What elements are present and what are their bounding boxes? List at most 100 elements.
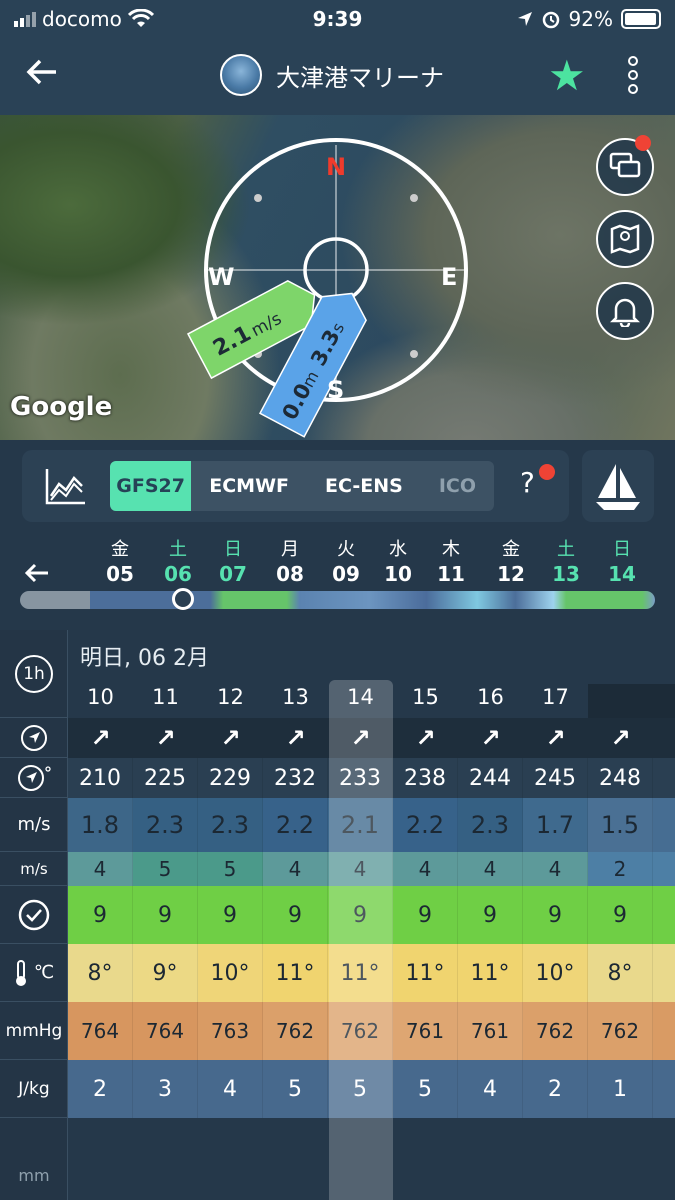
rating-cell: 9 — [393, 886, 458, 944]
tab-ico[interactable]: ICO — [421, 461, 494, 511]
compass-degree-icon — [18, 764, 51, 791]
wind-speed-cell: 1.7 — [523, 798, 588, 852]
chart-view-button[interactable] — [44, 466, 88, 506]
alarm-icon — [542, 11, 559, 29]
day-13[interactable]: 土 13 — [548, 538, 584, 586]
wind-timeline-bar[interactable] — [20, 591, 655, 609]
pressure-cell: 764 — [68, 1002, 133, 1060]
interval-button[interactable]: 1h — [15, 654, 53, 693]
header: 大津港マリーナ ★ — [0, 38, 675, 115]
day-07[interactable]: 日 07 — [215, 538, 251, 586]
favorite-star-icon[interactable]: ★ — [548, 54, 586, 98]
hour-cell[interactable]: 15 — [393, 678, 458, 716]
alert-button[interactable] — [596, 282, 654, 340]
compass-e: E — [441, 263, 457, 291]
hour-cell[interactable]: 12 — [198, 678, 263, 716]
direction-arrow-cell: ↗ — [458, 718, 523, 758]
gust-cell: 4 — [393, 852, 458, 886]
day-weekday: 金 — [502, 539, 520, 560]
day-weekday: 月 — [281, 539, 299, 560]
day-weekday: 火 — [337, 539, 355, 560]
gust-cell: 4 — [68, 852, 133, 886]
rating-cell: 9 — [198, 886, 263, 944]
rating-cell: 9 — [133, 886, 198, 944]
gust-cell: 2 — [588, 852, 653, 886]
pressure-cell: 7 — [653, 1002, 675, 1060]
arrow-left-icon — [24, 563, 48, 583]
direction-arrow-cell: ↗ — [133, 718, 198, 758]
wind-unit-label: m/s — [0, 798, 68, 852]
back-button[interactable] — [22, 52, 70, 100]
help-notification-dot — [539, 464, 555, 480]
cape-cell: 5 — [263, 1060, 328, 1118]
day-weekday: 水 — [389, 539, 407, 560]
gust-cell — [653, 852, 675, 886]
day-weekday: 土 — [169, 539, 187, 560]
temperature-cell: 10° — [523, 944, 588, 1002]
pressure-cell: 762 — [523, 1002, 588, 1060]
gust-cell: 5 — [198, 852, 263, 886]
rating-cell: 9 — [263, 886, 328, 944]
day-08[interactable]: 月 08 — [272, 538, 308, 586]
pressure-cell: 763 — [198, 1002, 263, 1060]
hour-cell[interactable]: 16 — [458, 678, 523, 716]
hour-cell[interactable]: 17 — [523, 678, 588, 716]
compass-s: S — [327, 376, 344, 404]
direction-arrow-cell: ↗ — [198, 718, 263, 758]
day-06[interactable]: 土 06 — [160, 538, 196, 586]
temperature-cell: 10° — [198, 944, 263, 1002]
wind-speed-cell: 2.2 — [393, 798, 458, 852]
direction-degree-cell: 2 — [653, 758, 675, 798]
timeline-handle[interactable] — [172, 588, 194, 610]
day-weekday: 日 — [224, 539, 242, 560]
cape-cell: 5 — [393, 1060, 458, 1118]
wind-speed-cell: 1.8 — [68, 798, 133, 852]
day-number: 05 — [106, 562, 134, 586]
day-05[interactable]: 金 05 — [102, 538, 138, 586]
wind-speed-cell: 2.3 — [198, 798, 263, 852]
day-number: 11 — [437, 562, 465, 586]
tab-gfs27[interactable]: GFS27 — [110, 461, 192, 511]
precip-unit-label: mm — [18, 1165, 50, 1185]
wind-speed-cell: 1 — [653, 798, 675, 852]
tab-ec-ens[interactable]: EC-ENS — [307, 461, 421, 511]
status-bar: docomo 9:39 92% — [0, 0, 675, 38]
tab-ecmwf[interactable]: ECMWF — [191, 461, 307, 511]
sailing-button[interactable] — [582, 450, 654, 522]
day-weekday: 木 — [442, 539, 460, 560]
direction-degree-cell: 238 — [393, 758, 458, 798]
day-number: 10 — [384, 562, 412, 586]
cape-cell: 4 — [198, 1060, 263, 1118]
rating-cell: 9 — [458, 886, 523, 944]
day-number: 07 — [219, 562, 247, 586]
pressure-cell: 762 — [263, 1002, 328, 1060]
cape-cell: 2 — [523, 1060, 588, 1118]
current-hour-marker — [588, 684, 675, 718]
arrow-left-icon — [26, 59, 56, 85]
day-selector: 金 05 土 06 日 07 月 08 火 09 水 10 木 11 金 12 土 13 日 14 — [0, 536, 675, 626]
row-labels: 1h m/s m/s ℃ mmHg J/kg mm — [0, 630, 68, 1200]
direction-degree-cell: 244 — [458, 758, 523, 798]
wind-speed-cell: 2.2 — [263, 798, 328, 852]
direction-degree-cell: 229 — [198, 758, 263, 798]
temperature-cell: 9° — [133, 944, 198, 1002]
day-14[interactable]: 日 14 — [604, 538, 640, 586]
day-number: 13 — [552, 562, 580, 586]
chat-notification-dot — [635, 135, 651, 151]
hour-cell[interactable]: 13 — [263, 678, 328, 716]
day-12[interactable]: 金 12 — [493, 538, 529, 586]
rating-cell: 9 — [523, 886, 588, 944]
more-menu-button[interactable] — [622, 54, 644, 98]
map[interactable]: 2.1 m/s 0.0 m 3.3 s N W E S Google — [0, 115, 675, 440]
hour-cell[interactable]: 11 — [133, 678, 198, 716]
pressure-cell: 762 — [588, 1002, 653, 1060]
day-09[interactable]: 火 09 — [328, 538, 364, 586]
hour-cell[interactable]: 10 — [68, 678, 133, 716]
day-10[interactable]: 水 10 — [380, 538, 416, 586]
temperature-cell: 8° — [588, 944, 653, 1002]
help-button[interactable]: ? — [520, 466, 535, 499]
page-title: 大津港マリーナ — [276, 63, 444, 92]
day-11[interactable]: 木 11 — [433, 538, 469, 586]
map-button[interactable] — [596, 210, 654, 268]
cape-cell: 1 — [588, 1060, 653, 1118]
